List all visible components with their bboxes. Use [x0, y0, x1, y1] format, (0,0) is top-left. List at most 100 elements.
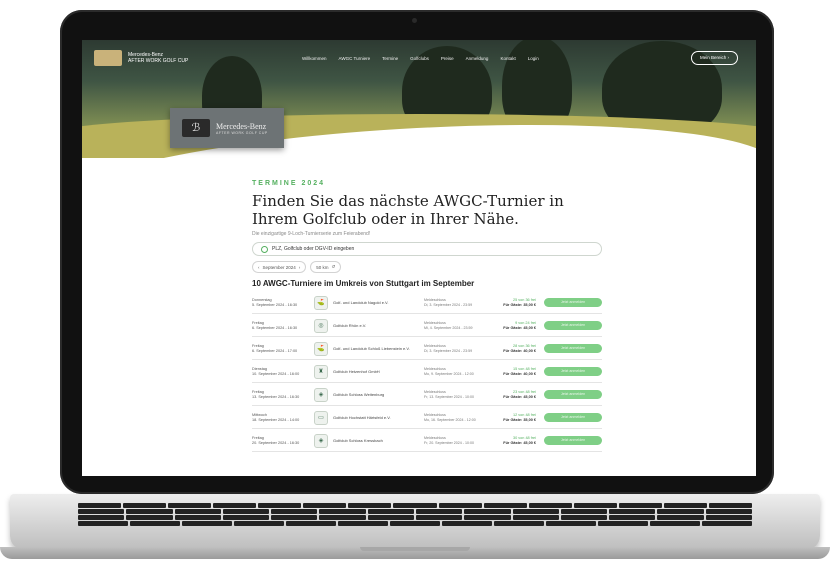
- event-info-cell: 9 von 24 frei Für Gäste: 45,00 €: [484, 321, 536, 331]
- nav-item-awgc-turniere[interactable]: AWGC Turniere: [339, 56, 371, 61]
- event-guest-fee: Für Gäste: 45,00 €: [503, 440, 536, 445]
- key: [286, 521, 336, 526]
- register-button[interactable]: Jetzt anmelden: [544, 413, 602, 422]
- event-club-name[interactable]: Golfclub Rhön e.V.: [333, 323, 366, 328]
- key: [123, 503, 167, 508]
- event-deadline-cell: Meldeschluss Mo, 16. September 2024 - 12…: [424, 413, 484, 423]
- event-club-name[interactable]: Golfclub Schloss Weitenburg: [333, 392, 384, 397]
- event-info-cell: 28 von 36 frei Für Gäste: 40,00 €: [484, 344, 536, 354]
- key: [609, 515, 656, 520]
- register-button[interactable]: Jetzt anmelden: [544, 436, 602, 445]
- nav-item-login[interactable]: Login: [528, 56, 539, 61]
- key: [78, 503, 122, 508]
- key: [438, 503, 482, 508]
- keyboard-row: [78, 521, 752, 526]
- event-date: 6. September 2024 - 17:00: [252, 348, 298, 353]
- table-row: Mittwoch 18. September 2024 - 14:00 ▭ Go…: [252, 407, 602, 429]
- chevron-left-icon[interactable]: ‹: [258, 265, 260, 270]
- chevron-right-icon[interactable]: ›: [299, 265, 301, 270]
- brand-subtitle: AFTER WORK GOLF CUP: [128, 58, 189, 64]
- event-date-cell: Mittwoch 18. September 2024 - 14:00: [252, 413, 314, 423]
- event-info-cell: 25 von 36 frei Für Gäste: 35,00 €: [484, 298, 536, 308]
- key: [415, 515, 463, 520]
- reset-icon[interactable]: ↺: [332, 264, 336, 270]
- event-deadline-cell: Meldeschluss Di, 3. September 2024 - 23:…: [424, 344, 484, 354]
- event-club-name[interactable]: Golfclub Schloss Kressbach: [333, 438, 383, 443]
- key: [650, 521, 700, 526]
- event-list: Donnerstag 5. September 2024 - 16:30 ⛳ G…: [252, 292, 602, 452]
- event-club-cell: ◈ Golfclub Schloss Weitenburg: [314, 387, 424, 402]
- key: [367, 509, 414, 514]
- section-eyebrow: TERMINE 2024: [252, 180, 326, 187]
- event-date-cell: Freitag 6. September 2024 - 17:00: [252, 344, 314, 354]
- register-button[interactable]: Jetzt anmelden: [544, 344, 602, 353]
- event-deadline: Mo, 9. September 2024 - 12:00: [424, 371, 474, 376]
- page-title: Finden Sie das nächste AWGC-Turnier in I…: [252, 192, 564, 228]
- table-row: Freitag 13. September 2024 - 16:30 ◈ Gol…: [252, 384, 602, 406]
- register-button[interactable]: Jetzt anmelden: [544, 367, 602, 376]
- awgc-logo-icon: ℬ: [182, 119, 210, 137]
- club-logo-icon: ♜: [314, 364, 328, 379]
- event-info-cell: 30 von 48 frei Für Gäste: 45,00 €: [484, 436, 536, 446]
- key: [78, 509, 125, 514]
- event-deadline: Di, 3. September 2024 - 23:59: [424, 302, 473, 307]
- event-club-name[interactable]: Golf- und Landclub Nagold e.V.: [333, 300, 388, 305]
- account-button[interactable]: Mein Bereich ›: [690, 51, 738, 65]
- event-info-cell: 15 von 48 frei Für Gäste: 40,00 €: [484, 367, 536, 377]
- event-club-cell: ⛳ Golf- und Landclub Schloß Liebenstein …: [314, 341, 424, 356]
- key: [174, 515, 221, 520]
- brand-logo[interactable]: Mercedes-Benz AFTER WORK GOLF CUP: [94, 50, 188, 66]
- laptop-notch: [360, 547, 470, 551]
- key: [546, 521, 596, 526]
- key: [560, 515, 608, 520]
- club-logo-icon: ◈: [314, 387, 328, 402]
- key: [618, 503, 662, 508]
- nav-item-kontakt[interactable]: Kontakt: [500, 56, 515, 61]
- nav-item-termine[interactable]: Termine: [382, 56, 398, 61]
- search-icon: [261, 245, 268, 253]
- key: [303, 503, 347, 508]
- key: [464, 509, 511, 514]
- register-button[interactable]: Jetzt anmelden: [544, 390, 602, 399]
- search-field[interactable]: [252, 242, 602, 256]
- radius-filter[interactable]: 50 km ↺: [310, 261, 342, 273]
- key: [494, 521, 544, 526]
- radius-filter-label: 50 km: [316, 264, 329, 270]
- event-date: 6. September 2024 - 16:30: [252, 325, 298, 330]
- search-input[interactable]: [272, 246, 572, 252]
- event-club-name[interactable]: Golfclub Hetzenhof GmbH: [333, 369, 380, 374]
- key: [415, 509, 463, 514]
- key: [78, 515, 125, 520]
- event-club-name[interactable]: Golf- und Landclub Schloß Liebenstein e.…: [333, 346, 410, 351]
- event-deadline-cell: Meldeschluss Mo, 9. September 2024 - 12:…: [424, 367, 484, 377]
- key: [338, 521, 388, 526]
- register-button[interactable]: Jetzt anmelden: [544, 298, 602, 307]
- key: [702, 521, 752, 526]
- key: [319, 515, 366, 520]
- key: [560, 509, 608, 514]
- filter-bar: ‹ September 2024 › 50 km ↺: [252, 261, 602, 273]
- key: [271, 515, 318, 520]
- event-date: 10. September 2024 - 16:00: [252, 371, 300, 376]
- brand-badge: ℬ Mercedes-Benz AFTER WORK GOLF CUP: [170, 108, 284, 148]
- event-deadline: Fr, 13. September 2024 - 10:00: [424, 394, 474, 399]
- key: [598, 521, 648, 526]
- event-club-cell: ♜ Golfclub Hetzenhof GmbH: [314, 364, 424, 379]
- nav-item-anmeldung[interactable]: Anmeldung: [466, 56, 489, 61]
- main-content: TERMINE 2024 Finden Sie das nächste AWGC…: [252, 180, 602, 452]
- nav-item-golfclubs[interactable]: Golfclubs: [410, 56, 429, 61]
- nav-item-preise[interactable]: Preise: [441, 56, 454, 61]
- nav-item-willkommen[interactable]: Willkommen: [302, 56, 327, 61]
- key: [319, 509, 366, 514]
- club-logo-icon: ▭: [314, 410, 328, 425]
- event-deadline-cell: Meldeschluss Fr, 13. September 2024 - 10…: [424, 390, 484, 400]
- key: [130, 521, 180, 526]
- event-guest-fee: Für Gäste: 35,00 €: [503, 417, 536, 422]
- key: [168, 503, 212, 508]
- event-date: 20. September 2024 - 16:30: [252, 440, 300, 445]
- key: [609, 509, 656, 514]
- month-filter[interactable]: ‹ September 2024 ›: [252, 261, 307, 273]
- page-lead: Die einzigartige 9-Loch-Turnierserie zum…: [252, 231, 371, 237]
- register-button[interactable]: Jetzt anmelden: [544, 321, 602, 330]
- event-club-name[interactable]: Golfclub Hochstatt Härtsfeld e.V.: [333, 415, 391, 420]
